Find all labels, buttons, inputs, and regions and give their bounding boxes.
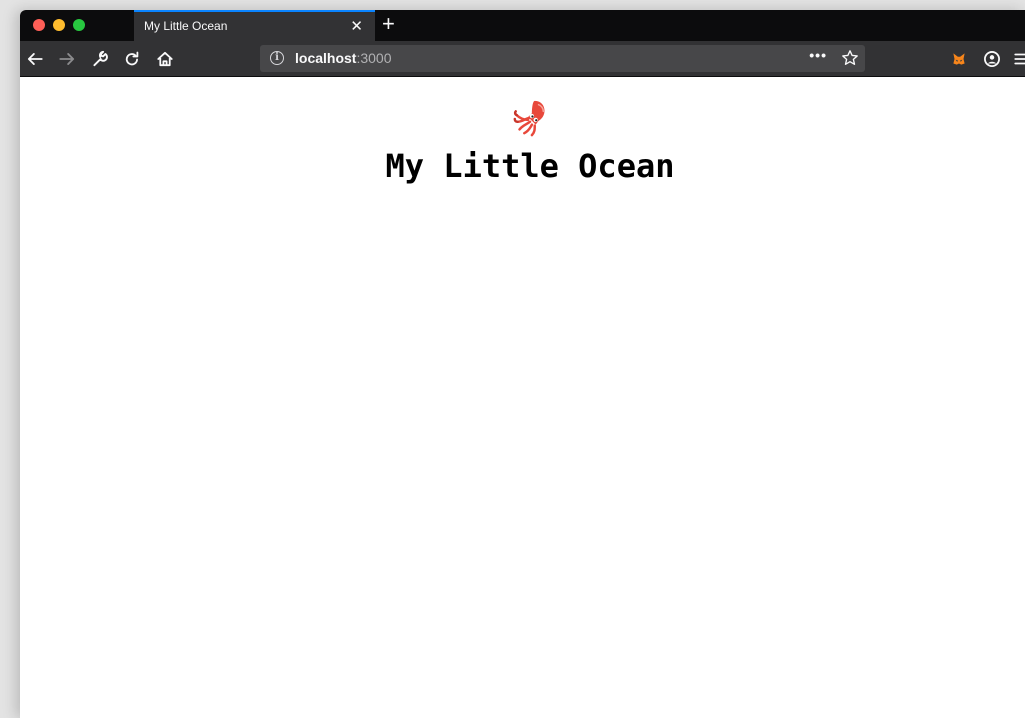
extension-fox-icon[interactable] [948, 48, 970, 70]
zoom-window-button[interactable] [73, 19, 85, 31]
squid-icon [513, 100, 545, 137]
new-tab-button[interactable]: + [382, 11, 395, 37]
home-icon[interactable] [154, 48, 176, 70]
page-actions-menu-icon[interactable]: ••• [809, 47, 827, 63]
site-info-icon[interactable]: i [270, 51, 284, 65]
account-icon[interactable] [981, 48, 1003, 70]
back-arrow-icon[interactable] [24, 48, 46, 70]
hamburger-menu-icon[interactable] [1011, 48, 1025, 70]
url-host: localhost [295, 50, 357, 66]
close-tab-icon[interactable]: ✕ [350, 17, 363, 35]
address-bar[interactable]: i localhost:3000 ••• [260, 45, 865, 72]
forward-arrow-icon[interactable] [56, 48, 78, 70]
navigation-toolbar: i localhost:3000 ••• [20, 41, 1025, 77]
reload-icon[interactable] [121, 48, 143, 70]
page-title: My Little Ocean [385, 147, 675, 185]
browser-window: My Little Ocean ✕ + i localhost:3000 ••• [20, 10, 1025, 718]
window-controls [33, 19, 85, 31]
tab-active[interactable]: My Little Ocean ✕ [134, 10, 375, 41]
bookmark-star-icon[interactable] [841, 49, 859, 72]
tab-title: My Little Ocean [144, 19, 228, 33]
page-content: My Little Ocean [20, 77, 1025, 718]
minimize-window-button[interactable] [53, 19, 65, 31]
url-field[interactable]: localhost:3000 [295, 50, 392, 66]
url-port: :3000 [356, 50, 392, 66]
wrench-icon[interactable] [89, 48, 111, 70]
tab-strip: My Little Ocean ✕ + [20, 10, 1025, 41]
close-window-button[interactable] [33, 19, 45, 31]
